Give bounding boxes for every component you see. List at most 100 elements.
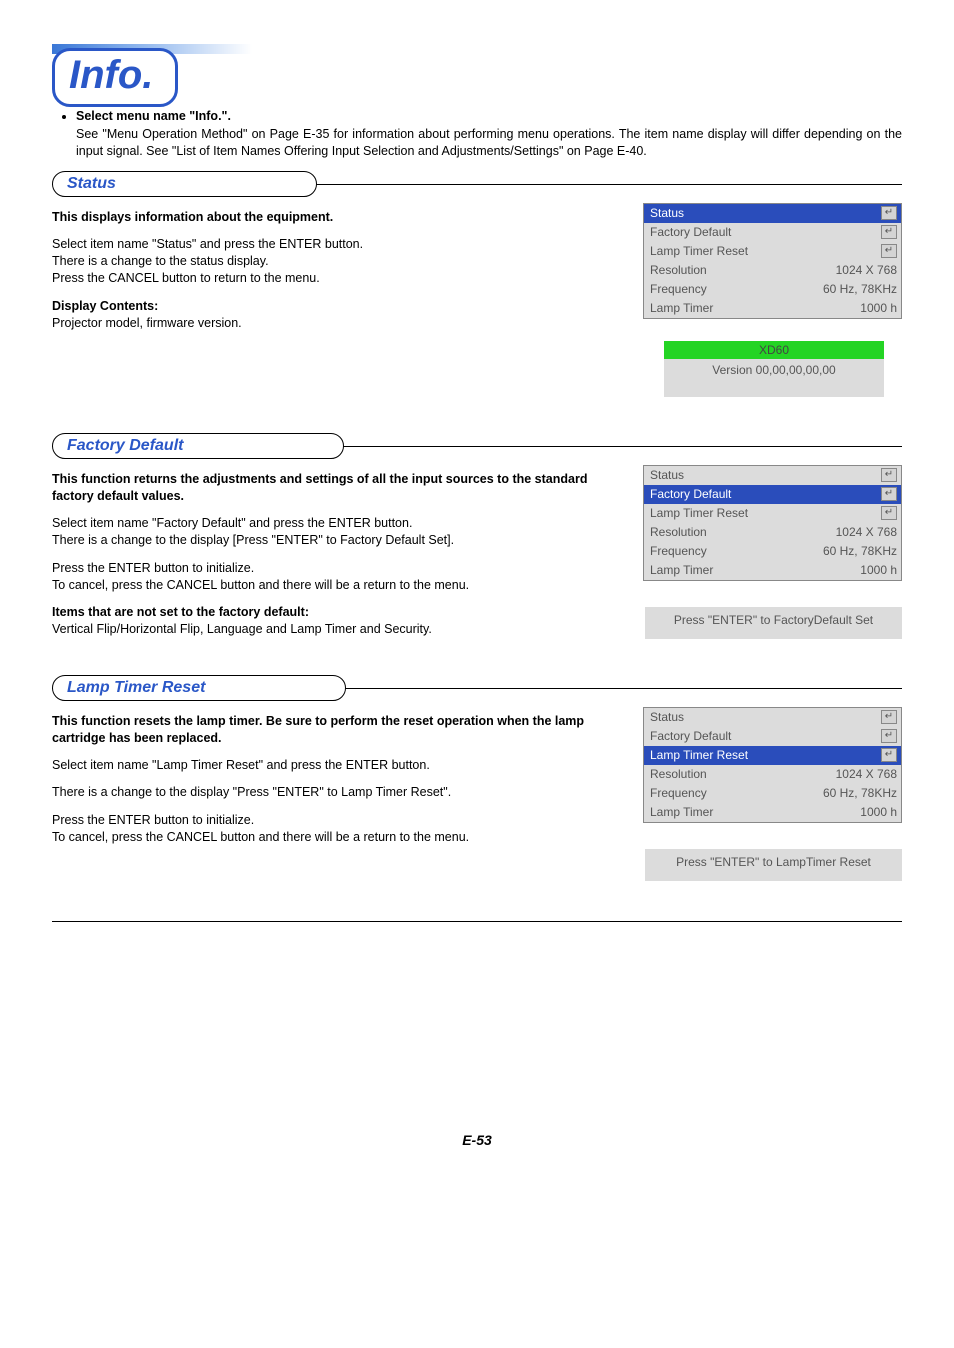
enter-icon: ↵ <box>881 710 897 724</box>
section-heading-pill: Lamp Timer Reset <box>52 675 346 701</box>
menu-row-resolution: Resolution 1024 X 768 <box>644 261 901 280</box>
lt-p2: Select item name "Lamp Timer Reset" and … <box>52 757 592 774</box>
fd-confirm-text: Press "ENTER" to FactoryDefault Set <box>674 613 873 627</box>
menu-label: Resolution <box>650 767 707 781</box>
menu-value: 1024 X 768 <box>836 263 897 277</box>
enter-icon: ↵ <box>881 244 897 258</box>
intro-block: Select menu name "Info.". See "Menu Oper… <box>52 108 902 161</box>
menu-row-factory-default[interactable]: Factory Default ↵ <box>644 727 901 746</box>
page-title-wrap: Info. <box>52 28 902 90</box>
fd-p2: Select item name "Factory Default" and p… <box>52 515 592 550</box>
fd-confirm-panel: Press "ENTER" to FactoryDefault Set <box>645 607 902 639</box>
menu-label: Resolution <box>650 525 707 539</box>
bottom-rule <box>52 921 902 922</box>
menu-label: Lamp Timer <box>650 805 713 819</box>
lt-confirm-text: Press "ENTER" to LampTimer Reset <box>676 855 871 869</box>
status-p1-bold: This displays information about the equi… <box>52 210 333 224</box>
menu-label: Lamp Timer <box>650 563 713 577</box>
section-heading-pill: Factory Default <box>52 433 344 459</box>
status-right-column: Status ↵ Factory Default ↵ Lamp Timer Re… <box>610 203 902 397</box>
menu-value: 1000 h <box>860 805 897 819</box>
lamp-timer-right-column: Status ↵ Factory Default ↵ Lamp Timer Re… <box>610 707 902 881</box>
factory-default-right-column: Status ↵ Factory Default ↵ Lamp Timer Re… <box>610 465 902 639</box>
menu-value: 1024 X 768 <box>836 767 897 781</box>
enter-icon: ↵ <box>881 225 897 239</box>
menu-row-status[interactable]: Status ↵ <box>644 204 901 223</box>
menu-label: Frequency <box>650 786 707 800</box>
section-heading-text: Factory Default <box>67 437 183 454</box>
section-header-lamp-timer-reset: Lamp Timer Reset <box>52 675 902 701</box>
page-title-text: Info. <box>69 53 153 97</box>
intro-body: See "Menu Operation Method" on Page E-35… <box>76 126 902 161</box>
menu-label: Factory Default <box>650 225 731 239</box>
menu-label: Frequency <box>650 544 707 558</box>
enter-icon: ↵ <box>881 729 897 743</box>
menu-row-status[interactable]: Status ↵ <box>644 466 901 485</box>
enter-icon: ↵ <box>881 748 897 762</box>
menu-label: Resolution <box>650 263 707 277</box>
document-page: Info. Select menu name "Info.". See "Men… <box>0 0 954 1168</box>
menu-label: Lamp Timer Reset <box>650 506 748 520</box>
menu-label: Status <box>650 468 684 482</box>
menu-label: Factory Default <box>650 487 731 501</box>
menu-row-resolution: Resolution 1024 X 768 <box>644 765 901 784</box>
page-number: E-53 <box>52 1132 902 1148</box>
section-lamp-timer-columns: This function resets the lamp timer. Be … <box>52 707 902 881</box>
fd-menu-panel: Status ↵ Factory Default ↵ Lamp Timer Re… <box>643 465 902 581</box>
menu-label: Lamp Timer Reset <box>650 748 748 762</box>
menu-label: Lamp Timer Reset <box>650 244 748 258</box>
page-title-box: Info. <box>52 48 178 107</box>
menu-value: 60 Hz, 78KHz <box>823 786 897 800</box>
factory-default-left-column: This function returns the adjustments an… <box>52 465 592 639</box>
fd-p3: Press the ENTER button to initialize. To… <box>52 560 592 595</box>
menu-row-factory-default[interactable]: Factory Default ↵ <box>644 223 901 242</box>
menu-value: 1000 h <box>860 301 897 315</box>
menu-row-lamp-timer: Lamp Timer 1000 h <box>644 561 901 580</box>
lamp-timer-left-column: This function resets the lamp timer. Be … <box>52 707 592 847</box>
status-left-column: This displays information about the equi… <box>52 203 592 333</box>
status-sub-panel: XD60 Version 00,00,00,00,00 <box>664 341 884 397</box>
menu-label: Status <box>650 206 684 220</box>
section-heading-pill: Status <box>52 171 317 197</box>
menu-row-lamp-timer-reset[interactable]: Lamp Timer Reset ↵ <box>644 242 901 261</box>
intro-bullet: Select menu name "Info.". <box>76 109 231 123</box>
menu-row-lamp-timer-reset[interactable]: Lamp Timer Reset ↵ <box>644 504 901 523</box>
enter-icon: ↵ <box>881 468 897 482</box>
menu-row-frequency: Frequency 60 Hz, 78KHz <box>644 784 901 803</box>
menu-value: 1000 h <box>860 563 897 577</box>
menu-value: 60 Hz, 78KHz <box>823 282 897 296</box>
menu-row-frequency: Frequency 60 Hz, 78KHz <box>644 280 901 299</box>
fd-p4-body: Vertical Flip/Horizontal Flip, Language … <box>52 622 432 636</box>
status-version: Version 00,00,00,00,00 <box>664 359 884 377</box>
menu-row-frequency: Frequency 60 Hz, 78KHz <box>644 542 901 561</box>
status-p3-bold: Display Contents: <box>52 299 158 313</box>
lt-menu-panel: Status ↵ Factory Default ↵ Lamp Timer Re… <box>643 707 902 823</box>
lt-p4: Press the ENTER button to initialize. To… <box>52 812 592 847</box>
section-heading-text: Status <box>67 175 116 192</box>
menu-label: Status <box>650 710 684 724</box>
section-status-columns: This displays information about the equi… <box>52 203 902 397</box>
menu-label: Frequency <box>650 282 707 296</box>
menu-label: Factory Default <box>650 729 731 743</box>
enter-icon: ↵ <box>881 506 897 520</box>
lt-p3: There is a change to the display "Press … <box>52 784 592 801</box>
status-p2: Select item name "Status" and press the … <box>52 236 592 288</box>
section-factory-default-columns: This function returns the adjustments an… <box>52 465 902 639</box>
section-header-factory-default: Factory Default <box>52 433 902 459</box>
enter-icon: ↵ <box>881 487 897 501</box>
menu-row-lamp-timer: Lamp Timer 1000 h <box>644 803 901 822</box>
lt-confirm-panel: Press "ENTER" to LampTimer Reset <box>645 849 902 881</box>
fd-p1-bold: This function returns the adjustments an… <box>52 472 587 503</box>
menu-row-factory-default[interactable]: Factory Default ↵ <box>644 485 901 504</box>
status-menu-panel: Status ↵ Factory Default ↵ Lamp Timer Re… <box>643 203 902 319</box>
menu-label: Lamp Timer <box>650 301 713 315</box>
menu-value: 1024 X 768 <box>836 525 897 539</box>
status-model: XD60 <box>664 341 884 359</box>
menu-row-resolution: Resolution 1024 X 768 <box>644 523 901 542</box>
menu-row-lamp-timer-reset[interactable]: Lamp Timer Reset ↵ <box>644 746 901 765</box>
menu-row-status[interactable]: Status ↵ <box>644 708 901 727</box>
status-p3-body: Projector model, firmware version. <box>52 316 242 330</box>
fd-p4-bold: Items that are not set to the factory de… <box>52 605 309 619</box>
menu-value: 60 Hz, 78KHz <box>823 544 897 558</box>
enter-icon: ↵ <box>881 206 897 220</box>
